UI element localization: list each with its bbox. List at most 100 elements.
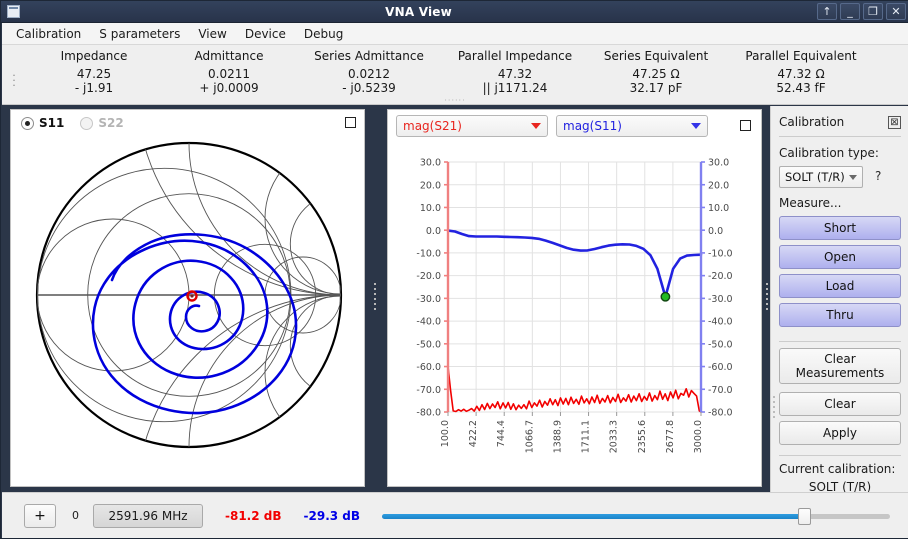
x-tick-label: 100.0: [440, 420, 451, 447]
measure-label: Measure...: [779, 196, 841, 210]
divider: [779, 136, 901, 137]
close-icon[interactable]: ⊠: [888, 116, 901, 129]
menu-item-device[interactable]: Device: [237, 25, 294, 43]
line-chart-toolbar: mag(S21) mag(S11): [388, 110, 761, 142]
calibration-type-label: Calibration type:: [779, 146, 879, 160]
chevron-down-icon: [849, 175, 857, 180]
sidebar-title: Calibration: [779, 115, 888, 129]
x-tick-label: 2033.3: [609, 420, 620, 453]
chart-marker[interactable]: [661, 293, 669, 301]
title-bar: VNA View ↑ _ ❐ ✕: [1, 1, 908, 23]
measurement-info-panel: ··· Impedance 47.25 - j1.91 Admittance 0…: [2, 45, 908, 105]
line-chart-graphic: 30.030.020.020.010.010.00.00.0-10.0-10.0…: [388, 140, 761, 484]
y-tick-label-right: 10.0: [708, 203, 729, 214]
panel-drag-handle[interactable]: ···: [12, 73, 16, 87]
info-value-real: 0.0212: [294, 67, 444, 81]
main-content-area: S11 S22: [2, 106, 908, 492]
y-tick-label-left: -60.0: [416, 362, 441, 373]
vertical-splitter-left[interactable]: [372, 266, 378, 326]
menu-item-s-parameters[interactable]: S parameters: [91, 25, 188, 43]
measure-load-button[interactable]: Load: [779, 274, 901, 298]
help-icon[interactable]: ?: [875, 169, 881, 183]
smith-marker-center: [190, 294, 193, 297]
y-tick-label-right: -80.0: [708, 408, 733, 419]
info-header: Series Equivalent: [586, 49, 726, 63]
x-tick-label: 1388.9: [552, 420, 563, 453]
y-tick-label-left: -70.0: [416, 385, 441, 396]
trace-a-select[interactable]: mag(S21): [396, 115, 548, 137]
marker-value-s11: -29.3 dB: [304, 509, 361, 523]
measure-short-button[interactable]: Short: [779, 216, 901, 240]
chevron-down-icon: [691, 123, 701, 129]
popout-icon[interactable]: [345, 117, 356, 128]
info-value-imag: + j0.0009: [164, 81, 294, 95]
radio-s11-indicator[interactable]: [21, 117, 34, 130]
divider: [779, 341, 901, 342]
smith-chart-graphic: [11, 132, 364, 484]
y-tick-label-left: -30.0: [416, 294, 441, 305]
y-tick-label-left: 30.0: [420, 158, 441, 169]
y-tick-label-left: -80.0: [416, 408, 441, 419]
y-tick-label-left: -20.0: [416, 271, 441, 282]
radio-s11[interactable]: S11: [21, 116, 64, 130]
info-header: Series Admittance: [294, 49, 444, 63]
vna-view-window: VNA View ↑ _ ❐ ✕ Calibration S parameter…: [0, 0, 908, 539]
info-value-capacitance: 32.17 pF: [586, 81, 726, 95]
trace-b-select[interactable]: mag(S11): [556, 115, 708, 137]
panel-resize-handle[interactable]: ······: [2, 98, 908, 104]
info-column-impedance: Impedance 47.25 - j1.91: [24, 47, 164, 105]
divider: [779, 455, 901, 456]
measure-thru-button[interactable]: Thru: [779, 303, 901, 327]
info-value-real: 47.32: [444, 67, 586, 81]
close-button[interactable]: ✕: [886, 3, 906, 20]
calibration-type-value: SOLT (T/R): [785, 170, 845, 184]
y-tick-label-right: 0.0: [708, 226, 723, 237]
info-column-parallel-equivalent: Parallel Equivalent 47.32 Ω 52.43 fF: [726, 47, 876, 105]
info-value-imag: - j1.91: [24, 81, 164, 95]
marker-frequency-field[interactable]: 2591.96 MHz: [93, 504, 203, 528]
clear-measurements-button[interactable]: Clear Measurements: [779, 348, 901, 384]
add-marker-button[interactable]: +: [24, 504, 56, 528]
info-header: Impedance: [24, 49, 164, 63]
info-value-capacitance: 52.43 fF: [726, 81, 876, 95]
rollup-button[interactable]: ↑: [817, 3, 837, 20]
apply-button[interactable]: Apply: [779, 421, 901, 445]
maximize-button[interactable]: ❐: [863, 3, 883, 20]
marker-frequency-slider[interactable]: [382, 506, 890, 526]
chevron-down-icon: [531, 123, 541, 129]
y-tick-label-right: -40.0: [708, 317, 733, 328]
y-tick-label-right: -50.0: [708, 339, 733, 350]
radio-s22[interactable]: S22: [80, 116, 123, 130]
smith-grid: [37, 132, 364, 484]
popout-icon[interactable]: [740, 120, 751, 131]
info-column-series-equivalent: Series Equivalent 47.25 Ω 32.17 pF: [586, 47, 726, 105]
radio-s22-indicator[interactable]: [80, 117, 93, 130]
line-chart-panel: mag(S21) mag(S11) 30.030.020.020.010.010…: [387, 109, 762, 487]
info-value-real: 0.0211: [164, 67, 294, 81]
menu-item-debug[interactable]: Debug: [296, 25, 351, 43]
y-tick-label-right: -60.0: [708, 362, 733, 373]
y-tick-label-left: 0.0: [426, 226, 441, 237]
y-tick-label-right: 30.0: [708, 158, 729, 169]
info-value-imag: - j0.5239: [294, 81, 444, 95]
y-tick-label-right: -20.0: [708, 271, 733, 282]
x-tick-label: 2355.6: [637, 420, 648, 453]
y-tick-label-right: -70.0: [708, 385, 733, 396]
y-tick-label-right: -10.0: [708, 249, 733, 260]
current-calibration-label: Current calibration:: [779, 462, 895, 476]
slider-handle[interactable]: [798, 508, 811, 525]
sidebar-drag-handle[interactable]: [772, 396, 776, 418]
x-tick-label: 1711.1: [581, 420, 592, 453]
calibration-type-select[interactable]: SOLT (T/R): [779, 166, 863, 188]
y-tick-label-left: -40.0: [416, 317, 441, 328]
info-value-real: 47.25: [24, 67, 164, 81]
info-column-admittance: Admittance 0.0211 + j0.0009: [164, 47, 294, 105]
info-header: Admittance: [164, 49, 294, 63]
menu-item-calibration[interactable]: Calibration: [8, 25, 89, 43]
menu-item-view[interactable]: View: [190, 25, 234, 43]
x-tick-label: 2677.8: [665, 420, 676, 453]
minimize-button[interactable]: _: [840, 3, 860, 20]
clear-button[interactable]: Clear: [779, 392, 901, 416]
info-header: Parallel Impedance: [444, 49, 586, 63]
measure-open-button[interactable]: Open: [779, 245, 901, 269]
